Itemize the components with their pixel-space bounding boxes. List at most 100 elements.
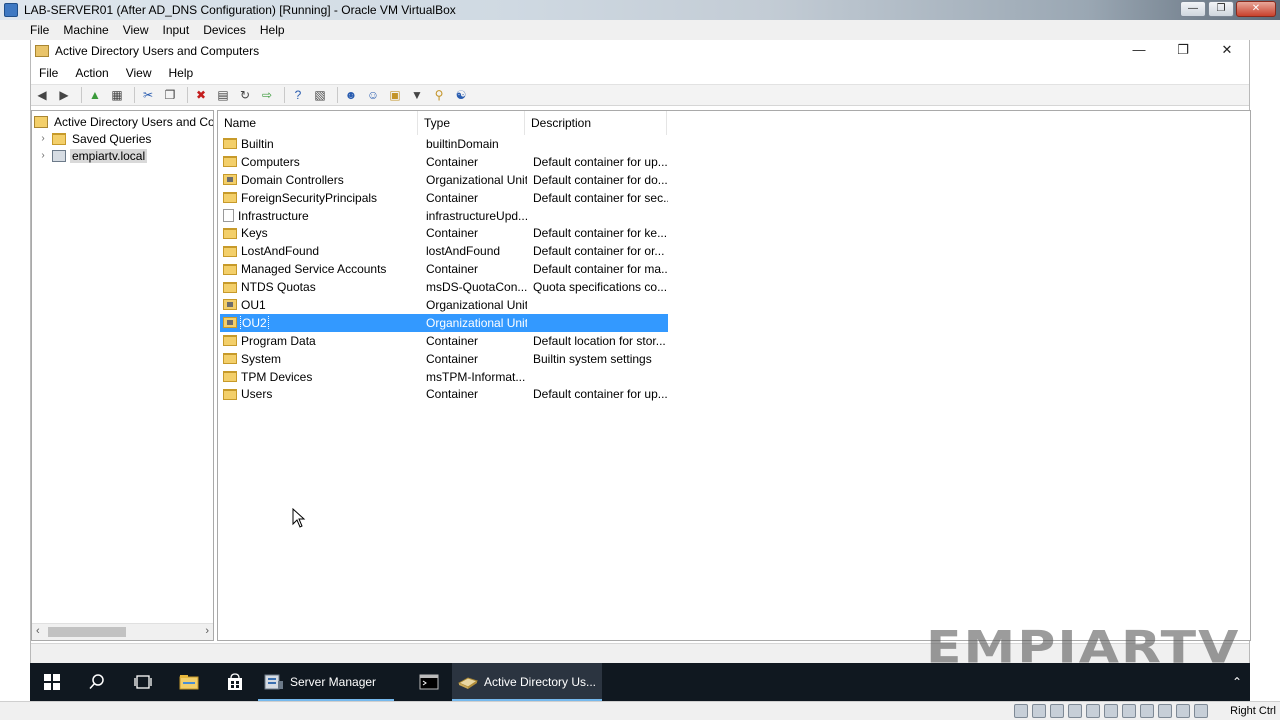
delete-icon[interactable]: ✖ bbox=[192, 86, 210, 104]
copy-icon[interactable]: ❐ bbox=[161, 86, 179, 104]
table-row[interactable]: Managed Service Accounts Container Default… bbox=[220, 260, 668, 278]
table-row[interactable]: OU1 Organizational Unit bbox=[220, 296, 668, 314]
vbox-menu-input[interactable]: Input bbox=[163, 23, 190, 37]
details-pane: Name Type Description Builtin builtinDoma… bbox=[217, 110, 1251, 641]
filter-icon[interactable]: ▼ bbox=[408, 86, 426, 104]
chevron-right-icon[interactable]: › bbox=[38, 150, 48, 161]
add-to-group-icon[interactable]: ☯ bbox=[452, 86, 470, 104]
vbox-menubar: File Machine View Input Devices Help bbox=[0, 20, 1280, 40]
row-name-text: Keys bbox=[241, 226, 268, 241]
cell-type: lostAndFound bbox=[426, 244, 501, 259]
vbox-close-button[interactable]: ✕ bbox=[1236, 1, 1276, 17]
taskbar-command-prompt[interactable] bbox=[406, 663, 452, 701]
column-header-name[interactable]: Name bbox=[218, 111, 418, 135]
folder-icon bbox=[223, 138, 237, 150]
task-view-button[interactable] bbox=[120, 663, 166, 701]
table-row[interactable]: TPM Devices msTPM-Informat... bbox=[220, 368, 668, 386]
table-row[interactable]: Domain Controllers Organizational Unit Def… bbox=[220, 171, 668, 189]
optical-drive-icon[interactable] bbox=[1032, 704, 1046, 718]
keyboard-icon[interactable] bbox=[1194, 704, 1208, 718]
cell-type: Organizational Unit bbox=[426, 315, 527, 330]
show-console-tree-icon[interactable]: ▦ bbox=[108, 86, 126, 104]
new-ou-icon[interactable]: ▣ bbox=[386, 86, 404, 104]
audio-icon[interactable] bbox=[1050, 704, 1064, 718]
row-name-text: LostAndFound bbox=[241, 244, 320, 259]
row-name-text: Managed Service Accounts bbox=[241, 262, 387, 277]
mmc-menu-help[interactable]: Help bbox=[169, 66, 194, 80]
vbox-menu-help[interactable]: Help bbox=[260, 23, 285, 37]
cut-icon[interactable]: ✂ bbox=[139, 86, 157, 104]
tree-item-domain[interactable]: › empiartv.local bbox=[38, 147, 148, 164]
mmc-minimize-button[interactable]: — bbox=[1117, 40, 1161, 62]
table-row[interactable]: System Container Builtin system settings bbox=[220, 350, 668, 368]
export-list-icon[interactable]: ⇨ bbox=[258, 86, 276, 104]
mmc-menu-action[interactable]: Action bbox=[75, 66, 108, 80]
chevron-right-icon[interactable]: › bbox=[38, 133, 48, 144]
search-button[interactable] bbox=[74, 663, 120, 701]
vbox-window-title: LAB-SERVER01 (After AD_DNS Configuration… bbox=[24, 3, 456, 17]
vbox-maximize-button[interactable]: ❐ bbox=[1208, 1, 1234, 17]
mmc-menu-view[interactable]: View bbox=[126, 66, 152, 80]
back-arrow-icon[interactable]: ◀ bbox=[33, 86, 51, 104]
tray-overflow-chevron-icon[interactable]: ⌃ bbox=[1232, 675, 1242, 689]
aduc-taskbar-icon bbox=[458, 677, 478, 689]
tree-item-saved-queries[interactable]: › Saved Queries bbox=[38, 130, 153, 147]
table-row[interactable]: NTDS Quotas msDS-QuotaCon... Quota specifi… bbox=[220, 278, 668, 296]
vbox-minimize-button[interactable]: — bbox=[1180, 1, 1206, 17]
new-group-icon[interactable]: ☺ bbox=[364, 86, 382, 104]
folder-icon bbox=[223, 335, 237, 347]
table-row[interactable]: ForeignSecurityPrincipals Container Defaul… bbox=[220, 189, 668, 207]
find-icon[interactable]: ⚲ bbox=[430, 86, 448, 104]
vbox-titlebar: LAB-SERVER01 (After AD_DNS Configuration… bbox=[0, 0, 1280, 20]
column-header-description[interactable]: Description bbox=[525, 111, 667, 135]
table-row[interactable]: OU2 Organizational Unit bbox=[220, 313, 668, 332]
taskbar: Server Manager Active Directory Us... ⌃ bbox=[30, 663, 1250, 701]
new-user-icon[interactable]: ☻ bbox=[342, 86, 360, 104]
mouse-integration-icon[interactable] bbox=[1176, 704, 1190, 718]
video-capture-icon[interactable] bbox=[1140, 704, 1154, 718]
help-icon[interactable]: ? bbox=[289, 86, 307, 104]
table-row[interactable]: Computers Container Default container for … bbox=[220, 153, 668, 171]
column-header-type[interactable]: Type bbox=[418, 111, 525, 135]
file-explorer-button[interactable] bbox=[166, 663, 212, 701]
table-row[interactable]: LostAndFound lostAndFound Default containe… bbox=[220, 242, 668, 260]
mmc-close-button[interactable]: ✕ bbox=[1205, 40, 1249, 62]
table-row[interactable]: Keys Container Default container for ke... bbox=[220, 224, 668, 242]
cell-type: infrastructureUpd... bbox=[426, 208, 527, 223]
scroll-left-icon[interactable]: ‹ bbox=[36, 625, 40, 637]
taskbar-server-manager[interactable]: Server Manager bbox=[258, 663, 406, 701]
store-icon bbox=[228, 673, 242, 690]
vbox-menu-devices[interactable]: Devices bbox=[203, 23, 246, 37]
table-row[interactable]: Program Data Container Default location fo… bbox=[220, 332, 668, 350]
virtualization-icon[interactable] bbox=[1158, 704, 1172, 718]
table-row[interactable]: Builtin builtinDomain bbox=[220, 135, 668, 153]
forward-arrow-icon[interactable]: ▶ bbox=[55, 86, 73, 104]
tree-root[interactable]: Active Directory Users and Com bbox=[34, 113, 213, 130]
scroll-right-icon[interactable]: › bbox=[205, 625, 209, 637]
folder-icon bbox=[223, 263, 237, 275]
vbox-menu-file[interactable]: File bbox=[30, 23, 49, 37]
vbox-device-icons bbox=[1014, 704, 1208, 718]
display-icon[interactable] bbox=[1122, 704, 1136, 718]
start-button[interactable] bbox=[30, 663, 74, 701]
properties-icon[interactable]: ▤ bbox=[214, 86, 232, 104]
scrollbar-thumb[interactable] bbox=[48, 627, 126, 637]
refresh-icon[interactable]: ↻ bbox=[236, 86, 254, 104]
usb-icon[interactable] bbox=[1086, 704, 1100, 718]
cell-type: Container bbox=[426, 262, 479, 277]
shared-folders-icon[interactable] bbox=[1104, 704, 1118, 718]
show-action-pane-icon[interactable]: ▧ bbox=[311, 86, 329, 104]
mmc-restore-button[interactable]: ❐ bbox=[1161, 40, 1205, 62]
vbox-menu-view[interactable]: View bbox=[123, 23, 149, 37]
table-row[interactable]: Users Container Default container for up..… bbox=[220, 385, 668, 403]
mmc-menu-file[interactable]: File bbox=[39, 66, 58, 80]
hard-disk-icon[interactable] bbox=[1014, 704, 1028, 718]
vbox-menu-machine[interactable]: Machine bbox=[63, 23, 108, 37]
network-icon[interactable] bbox=[1068, 704, 1082, 718]
tree-horizontal-scrollbar[interactable]: ‹ › bbox=[32, 623, 213, 640]
taskbar-active-directory-users[interactable]: Active Directory Us... bbox=[452, 663, 602, 701]
table-row[interactable]: Infrastructure infrastructureUpd... bbox=[220, 207, 668, 225]
up-folder-icon[interactable]: ▲ bbox=[86, 86, 104, 104]
store-button[interactable] bbox=[212, 663, 258, 701]
cell-name: NTDS Quotas bbox=[220, 280, 420, 294]
